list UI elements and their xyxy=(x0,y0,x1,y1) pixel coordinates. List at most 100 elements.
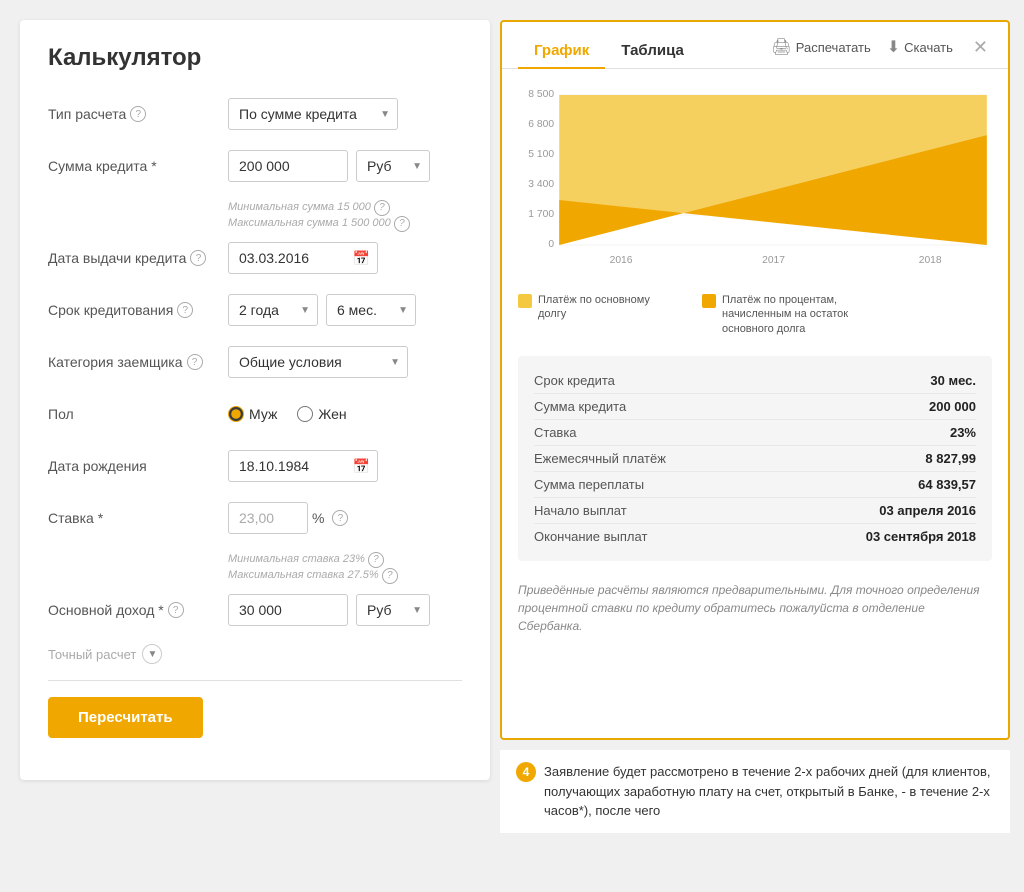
gender-row: Пол Муж Жен xyxy=(48,396,462,432)
percent-sign: % xyxy=(312,510,324,526)
svg-text:2016: 2016 xyxy=(610,255,633,266)
calculator-panel: Калькулятор Тип расчета ? По сумме креди… xyxy=(20,20,490,780)
summary-amount-label: Сумма кредита xyxy=(534,399,626,414)
svg-text:1 700: 1 700 xyxy=(528,209,554,220)
income-currency-select[interactable]: Руб xyxy=(356,594,430,626)
currency-select[interactable]: Руб xyxy=(356,150,430,182)
summary-end-label: Окончание выплат xyxy=(534,529,647,544)
term-years-wrapper: 2 года ▼ xyxy=(228,294,318,326)
calc-type-control: По сумме кредита ▼ xyxy=(228,98,462,130)
term-row: Срок кредитования ? 2 года ▼ 6 мес. ▼ xyxy=(48,292,462,328)
legend-interest: Платёж по процентам, начисленным на оста… xyxy=(702,293,862,336)
income-input[interactable] xyxy=(228,594,348,626)
summary-amount-row: Сумма кредита 200 000 xyxy=(534,394,976,420)
income-row: Основной доход * ? Руб ▼ xyxy=(48,592,462,628)
summary-term-value: 30 мес. xyxy=(930,373,976,388)
rate-hint1-icon[interactable]: ? xyxy=(368,552,384,568)
issue-date-help-icon[interactable]: ? xyxy=(190,250,206,266)
tab-table[interactable]: Таблица xyxy=(605,34,700,69)
summary-rate-value: 23% xyxy=(950,425,976,440)
disclaimer-text: Приведённые расчёты являются предварител… xyxy=(502,573,1008,651)
summary-amount-value: 200 000 xyxy=(929,399,976,414)
credit-amount-row: Сумма кредита * Руб ▼ xyxy=(48,148,462,184)
form-divider xyxy=(48,680,462,681)
step-row: 4 Заявление будет рассмотрено в течение … xyxy=(516,762,994,821)
term-months-select[interactable]: 6 мес. xyxy=(326,294,416,326)
credit-amount-label: Сумма кредита * xyxy=(48,158,228,174)
rate-input[interactable] xyxy=(228,502,308,534)
step-text: Заявление будет рассмотрено в течение 2-… xyxy=(544,762,994,821)
tab-graph[interactable]: График xyxy=(518,34,605,69)
download-link[interactable]: ⬇ Скачать xyxy=(887,37,953,57)
summary-overpayment-value: 64 839,57 xyxy=(918,477,976,492)
gender-male-radio[interactable] xyxy=(228,406,244,422)
rate-input-wrap: % xyxy=(228,502,324,534)
gender-radio-group: Муж Жен xyxy=(228,406,347,422)
borrower-help-icon[interactable]: ? xyxy=(187,354,203,370)
term-months-wrapper: 6 мес. ▼ xyxy=(326,294,416,326)
summary-overpayment-label: Сумма переплаты xyxy=(534,477,644,492)
issue-date-input[interactable] xyxy=(228,242,378,274)
calc-type-help-icon[interactable]: ? xyxy=(130,106,146,122)
term-help-icon[interactable]: ? xyxy=(177,302,193,318)
print-link[interactable]: 🖨 Распечатать xyxy=(771,37,870,57)
exact-calc-toggle[interactable]: ▼ xyxy=(142,644,162,664)
income-help-icon[interactable]: ? xyxy=(168,602,184,618)
birth-date-input-wrap: 📅 xyxy=(228,450,378,482)
summary-monthly-value: 8 827,99 xyxy=(925,451,976,466)
calc-type-select-wrapper: По сумме кредита ▼ xyxy=(228,98,398,130)
legend-interest-color xyxy=(702,294,716,308)
issue-date-input-wrap: 📅 xyxy=(228,242,378,274)
rate-help-icon[interactable]: ? xyxy=(332,510,348,526)
credit-amount-hint1: Минимальная сумма 15 000 ? Максимальная … xyxy=(228,200,462,232)
svg-text:3 400: 3 400 xyxy=(528,179,554,190)
summary-overpayment-row: Сумма переплаты 64 839,57 xyxy=(534,472,976,498)
results-panel: График Таблица 🖨 Распечатать ⬇ Скачать ✕… xyxy=(500,20,1010,740)
gender-control: Муж Жен xyxy=(228,406,462,422)
borrower-category-select[interactable]: Общие условия xyxy=(228,346,408,378)
birth-date-input[interactable] xyxy=(228,450,378,482)
svg-text:0: 0 xyxy=(548,239,554,250)
borrower-category-control: Общие условия ▼ xyxy=(228,346,462,378)
svg-text:5 100: 5 100 xyxy=(528,149,554,160)
gender-female-radio[interactable] xyxy=(297,406,313,422)
svg-text:6 800: 6 800 xyxy=(528,119,554,130)
birth-date-control: 📅 xyxy=(228,450,462,482)
calculator-title: Калькулятор xyxy=(48,44,462,72)
summary-end-value: 03 сентября 2018 xyxy=(866,529,976,544)
print-icon: 🖨 xyxy=(771,37,791,57)
borrower-category-row: Категория заемщика ? Общие условия ▼ xyxy=(48,344,462,380)
calc-type-row: Тип расчета ? По сумме кредита ▼ xyxy=(48,96,462,132)
chart-legend: Платёж по основному долгу Платёж по проц… xyxy=(518,285,992,348)
term-years-select[interactable]: 2 года xyxy=(228,294,318,326)
svg-text:2017: 2017 xyxy=(762,255,785,266)
svg-text:2018: 2018 xyxy=(919,255,942,266)
gender-female-label[interactable]: Жен xyxy=(297,406,346,422)
summary-rate-row: Ставка 23% xyxy=(534,420,976,446)
credit-amount-input[interactable] xyxy=(228,150,348,182)
rate-hint2-icon[interactable]: ? xyxy=(382,568,398,584)
recalc-button[interactable]: Пересчитать xyxy=(48,697,203,738)
issue-date-row: Дата выдачи кредита ? 📅 xyxy=(48,240,462,276)
issue-date-label: Дата выдачи кредита ? xyxy=(48,250,228,266)
summary-start-row: Начало выплат 03 апреля 2016 xyxy=(534,498,976,524)
summary-term-label: Срок кредита xyxy=(534,373,615,388)
term-label: Срок кредитования ? xyxy=(48,302,228,318)
income-control: Руб ▼ xyxy=(228,594,462,626)
hint1-help-icon[interactable]: ? xyxy=(374,200,390,216)
summary-end-row: Окончание выплат 03 сентября 2018 xyxy=(534,524,976,549)
legend-principal: Платёж по основному долгу xyxy=(518,293,678,336)
summary-term-row: Срок кредита 30 мес. xyxy=(534,368,976,394)
download-icon: ⬇ xyxy=(887,37,900,57)
income-currency-wrapper: Руб ▼ xyxy=(356,594,430,626)
summary-start-label: Начало выплат xyxy=(534,503,627,518)
calc-type-select[interactable]: По сумме кредита xyxy=(228,98,398,130)
birth-date-row: Дата рождения 📅 xyxy=(48,448,462,484)
gender-male-label[interactable]: Муж xyxy=(228,406,277,422)
step-badge: 4 xyxy=(516,762,536,782)
svg-text:8 500: 8 500 xyxy=(528,89,554,100)
hint2-help-icon[interactable]: ? xyxy=(394,216,410,232)
summary-table: Срок кредита 30 мес. Сумма кредита 200 0… xyxy=(518,356,992,561)
calc-type-label: Тип расчета ? xyxy=(48,106,228,122)
close-button[interactable]: ✕ xyxy=(969,38,992,56)
